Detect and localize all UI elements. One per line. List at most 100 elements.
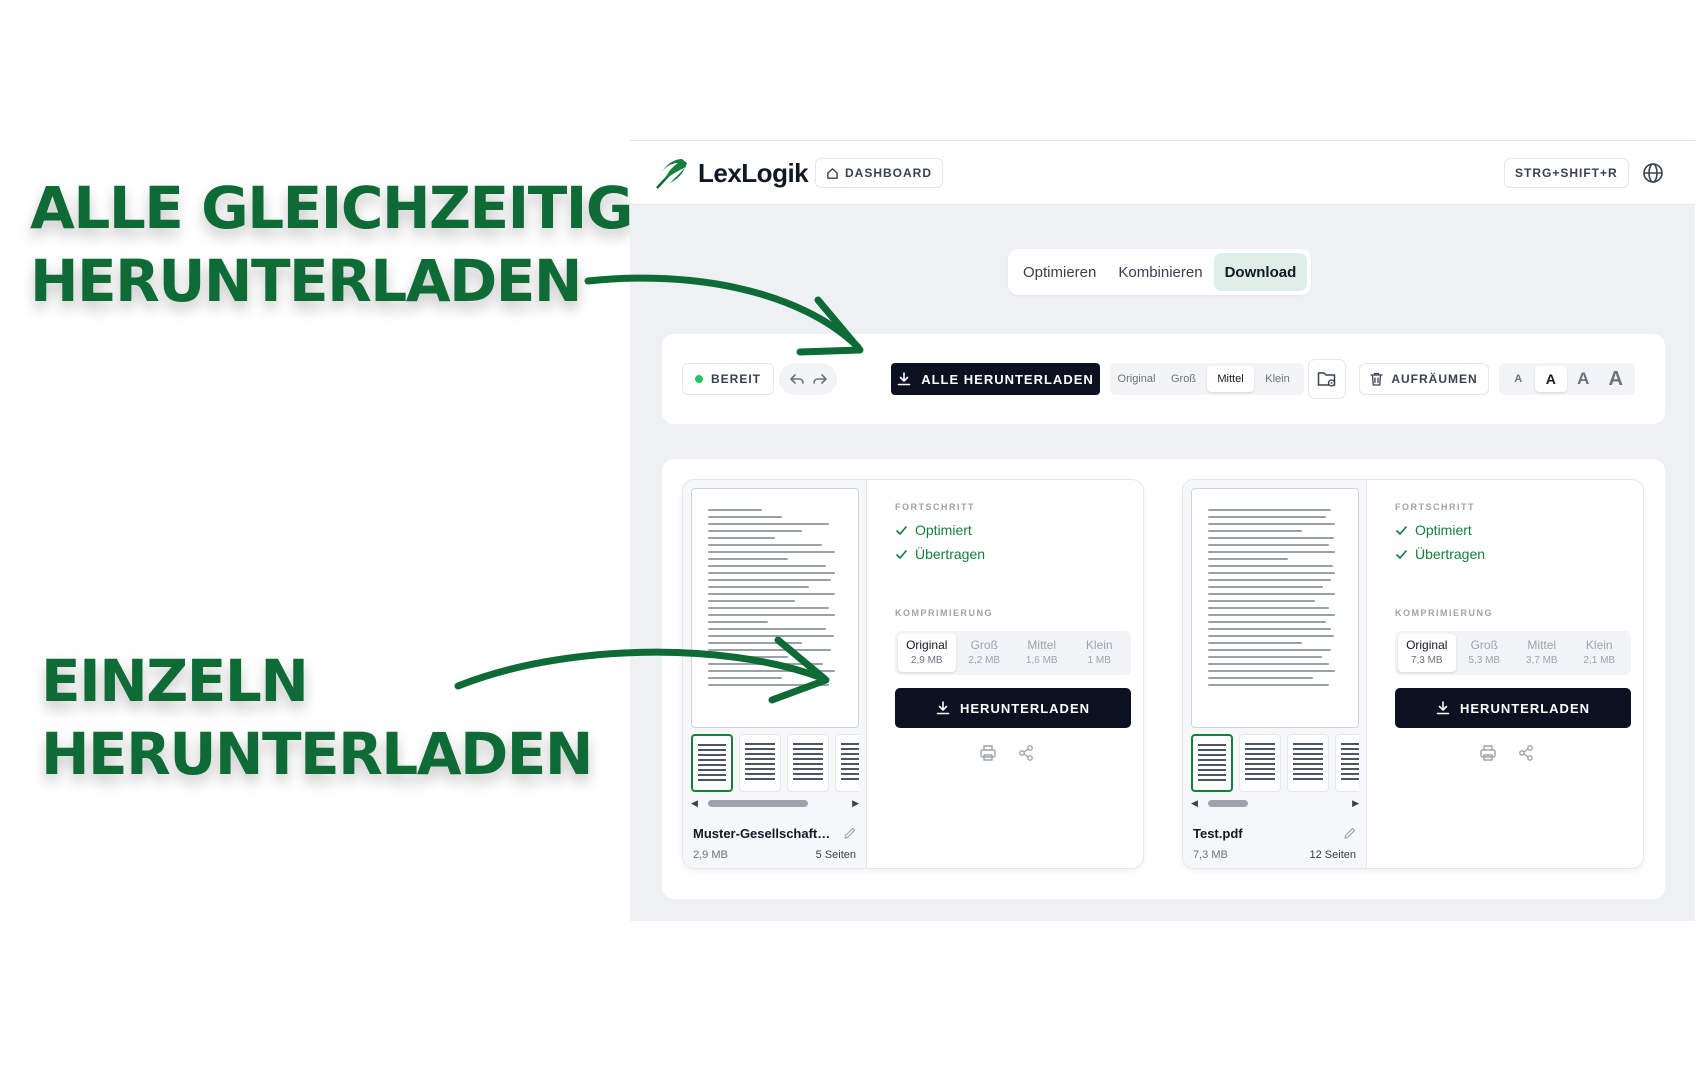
page-preview[interactable]: [1191, 488, 1359, 728]
file-preview-panel: ◀ ▶ Test.pdf 7,3 MB 12 Seiten: [1183, 480, 1367, 868]
tab-download[interactable]: Download: [1213, 253, 1308, 291]
thumbnail-scrollbar[interactable]: ◀ ▶: [1191, 798, 1359, 808]
home-icon: [827, 167, 838, 179]
share-icon[interactable]: [1517, 744, 1535, 762]
download-button[interactable]: HERUNTERLADEN: [895, 688, 1131, 728]
folder-settings-button[interactable]: [1308, 359, 1346, 399]
trash-icon: [1370, 372, 1383, 386]
dashboard-button[interactable]: DASHBOARD: [815, 158, 943, 188]
check-icon: [896, 549, 907, 559]
compression-option-mittel[interactable]: Mittel 1,6 MB: [1013, 634, 1071, 672]
page-thumbnail[interactable]: [1287, 734, 1329, 792]
page-thumbnail[interactable]: [739, 734, 781, 792]
compression-option-original[interactable]: Original 2,9 MB: [898, 634, 956, 672]
file-size: 2,9 MB: [693, 849, 728, 861]
file-card: ◀ ▶ Test.pdf 7,3 MB 12 Seiten FORTSCHRIT…: [1182, 479, 1644, 869]
app-window: LexLogik DASHBOARD STRG+SHIFT+R Optimier…: [630, 140, 1695, 921]
page-count: 12 Seiten: [1309, 849, 1356, 861]
file-size: 7,3 MB: [1193, 849, 1228, 861]
option-label: Klein: [1085, 638, 1113, 652]
page-preview[interactable]: [691, 488, 859, 728]
undo-icon[interactable]: [789, 371, 805, 387]
compression-option-klein[interactable]: Klein 1 MB: [1071, 634, 1129, 672]
step-label: Optimiert: [915, 522, 972, 538]
printer-icon[interactable]: [979, 744, 997, 762]
option-label: Groß: [1470, 638, 1498, 652]
callout-line: HERUNTERLADEN: [41, 720, 593, 788]
size-option-gross[interactable]: Groß: [1160, 366, 1207, 392]
size-option-klein[interactable]: Klein: [1254, 366, 1301, 392]
progress-label: FORTSCHRITT: [1395, 502, 1475, 512]
redo-icon[interactable]: [812, 371, 828, 387]
compression-option-gross[interactable]: Groß 5,3 MB: [1456, 634, 1514, 672]
scroll-right-icon[interactable]: ▶: [1352, 798, 1359, 809]
step-label: Übertragen: [1415, 546, 1486, 562]
page-thumbnail[interactable]: [1239, 734, 1281, 792]
scroll-right-icon[interactable]: ▶: [852, 798, 859, 809]
status-dot: [695, 375, 703, 383]
step-label: Übertragen: [915, 546, 986, 562]
option-label: Mittel: [1027, 638, 1057, 652]
mode-tabs: Optimieren Kombinieren Download: [1008, 249, 1312, 295]
file-preview-panel: ◀ ▶ Muster-Gesellschaftsv... 2,9 MB 5 Se…: [683, 480, 867, 868]
scroll-left-icon[interactable]: ◀: [1191, 798, 1198, 809]
font-size-selector: A A A A: [1499, 363, 1635, 395]
pencil-icon[interactable]: [843, 826, 857, 840]
scrollbar-thumb[interactable]: [707, 799, 808, 807]
size-option-original[interactable]: Original: [1113, 366, 1160, 392]
file-list: ◀ ▶ Muster-Gesellschaftsv... 2,9 MB 5 Se…: [662, 459, 1665, 899]
compression-option-mittel[interactable]: Mittel 3,7 MB: [1513, 634, 1571, 672]
compression-option-original[interactable]: Original 7,3 MB: [1398, 634, 1456, 672]
status-badge: BEREIT: [682, 363, 775, 395]
top-bar: LexLogik DASHBOARD STRG+SHIFT+R: [630, 141, 1695, 205]
page-thumbnail[interactable]: [787, 734, 829, 792]
thumbnail-scrollbar[interactable]: ◀ ▶: [691, 798, 859, 808]
download-all-label: ALLE HERUNTERLADEN: [921, 371, 1094, 387]
font-size-xlarge[interactable]: A: [1600, 366, 1633, 392]
font-size-normal[interactable]: A: [1534, 366, 1567, 392]
status-label: BEREIT: [711, 372, 762, 386]
option-size: 7,3 MB: [1410, 655, 1443, 666]
download-label: HERUNTERLADEN: [1460, 700, 1590, 716]
cleanup-button[interactable]: AUFRÄUMEN: [1359, 363, 1489, 395]
compression-option-klein[interactable]: Klein 2,1 MB: [1571, 634, 1629, 672]
shortcut-label: STRG+SHIFT+R: [1515, 166, 1618, 180]
download-button[interactable]: HERUNTERLADEN: [1395, 688, 1631, 728]
size-option-mittel[interactable]: Mittel: [1207, 366, 1254, 392]
compression-option-gross[interactable]: Groß 2,2 MB: [956, 634, 1014, 672]
scrollbar-thumb[interactable]: [1207, 799, 1248, 807]
option-size: 2,2 MB: [968, 655, 1001, 666]
step-transferred: Übertragen: [895, 546, 985, 562]
pencil-icon[interactable]: [1343, 826, 1357, 840]
oak-leaf-logo-icon: [656, 159, 687, 189]
page-thumbnail[interactable]: [835, 734, 859, 792]
font-size-large[interactable]: A: [1567, 366, 1600, 392]
logo-text: LexLogik: [698, 157, 809, 188]
printer-icon[interactable]: [1479, 744, 1497, 762]
option-size: 1,6 MB: [1025, 655, 1058, 666]
tab-kombinieren[interactable]: Kombinieren: [1107, 253, 1213, 291]
progress-label: FORTSCHRITT: [895, 502, 975, 512]
compression-selector: Original 2,9 MB Groß 2,2 MB Mittel 1,6 MB K…: [895, 631, 1131, 675]
logo[interactable]: LexLogik: [652, 155, 809, 191]
share-icon[interactable]: [1017, 744, 1035, 762]
download-icon: [1436, 701, 1450, 715]
download-all-button[interactable]: ALLE HERUNTERLADEN: [891, 363, 1100, 395]
file-name: Muster-Gesellschaftsv...: [693, 826, 833, 841]
shortcut-hint[interactable]: STRG+SHIFT+R: [1504, 158, 1629, 188]
page-thumbnails: [691, 734, 859, 792]
font-size-small[interactable]: A: [1502, 366, 1535, 392]
callout-download-all: ALLE GLEICHZEITIG HERUNTERLADEN: [30, 172, 634, 318]
page-thumbnail[interactable]: [691, 734, 733, 792]
file-name: Test.pdf: [1193, 826, 1243, 841]
page-thumbnail[interactable]: [1335, 734, 1359, 792]
globe-icon[interactable]: [1642, 162, 1664, 184]
screenshot-stage: ALLE GLEICHZEITIG HERUNTERLADEN EINZELN …: [0, 0, 1700, 1079]
dashboard-label: DASHBOARD: [845, 166, 932, 180]
page-thumbnail[interactable]: [1191, 734, 1233, 792]
scroll-left-icon[interactable]: ◀: [691, 798, 698, 809]
tab-optimieren[interactable]: Optimieren: [1012, 253, 1107, 291]
check-icon: [896, 525, 907, 535]
page-thumbnails: [1191, 734, 1359, 792]
size-selector: Original Groß Mittel Klein: [1110, 363, 1304, 395]
